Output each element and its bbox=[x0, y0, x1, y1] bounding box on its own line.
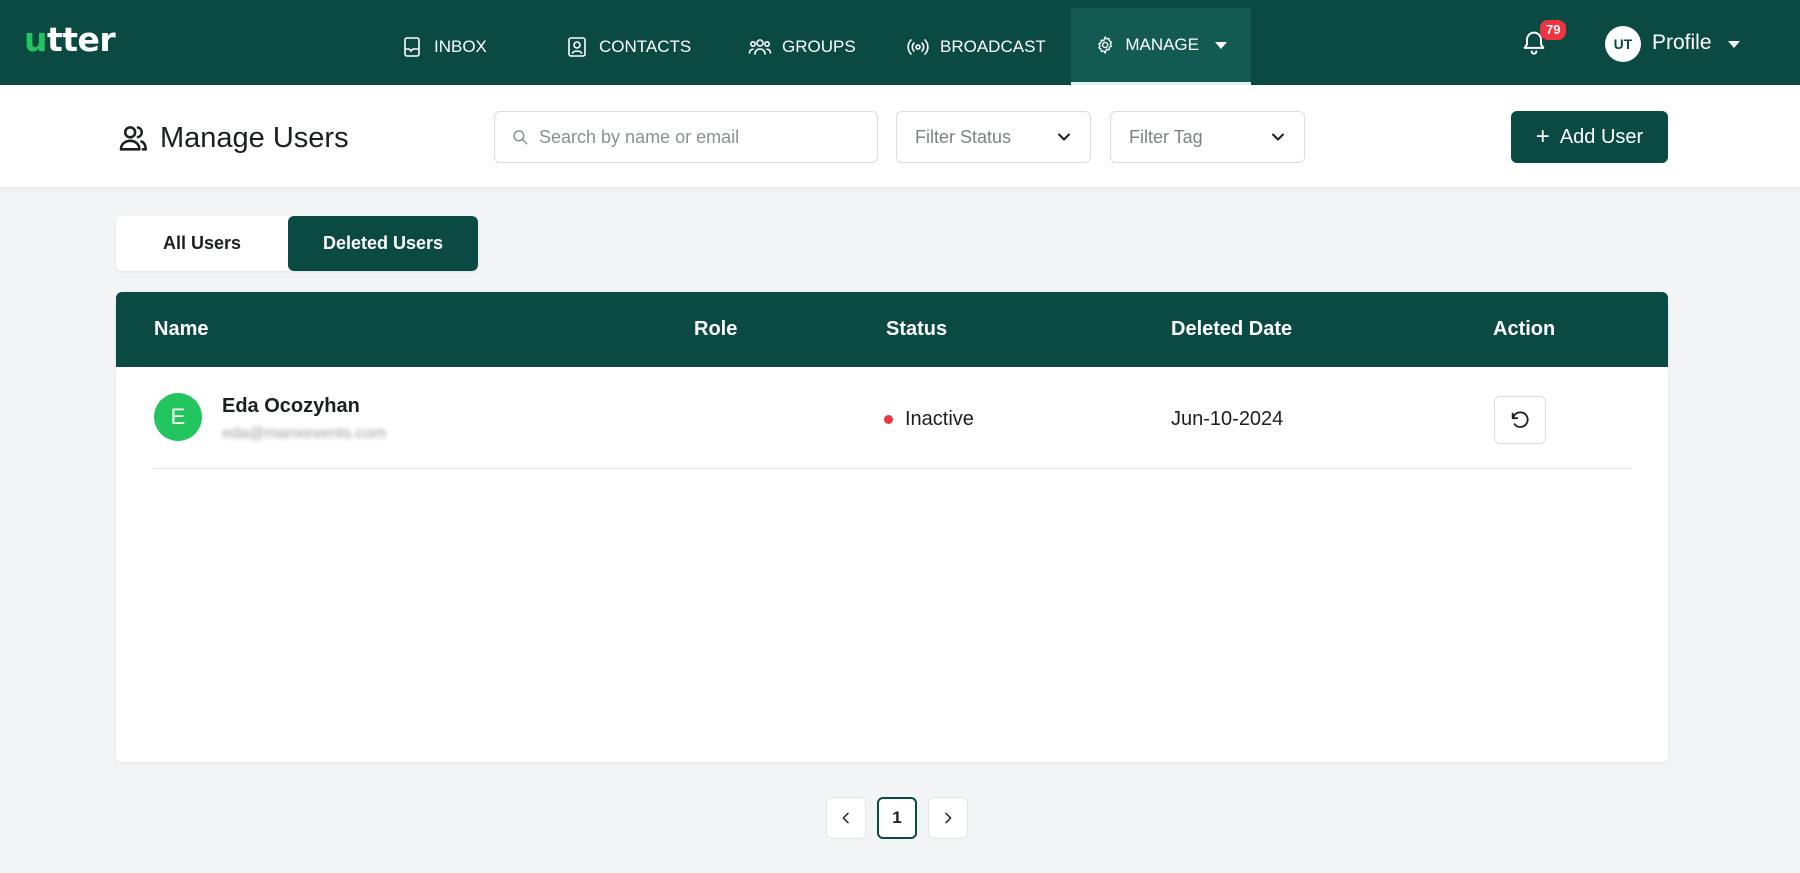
page-title-text: Manage Users bbox=[160, 121, 349, 154]
column-header-role: Role bbox=[694, 318, 738, 340]
pagination-prev-button[interactable] bbox=[826, 797, 866, 839]
pagination-next-button[interactable] bbox=[928, 797, 968, 839]
tab-all-users[interactable]: All Users bbox=[116, 216, 288, 271]
filter-tag-select[interactable]: Filter Tag bbox=[1110, 111, 1305, 163]
tab-deleted-users[interactable]: Deleted Users bbox=[288, 216, 478, 271]
caret-down-icon bbox=[1215, 41, 1227, 49]
search-icon bbox=[513, 130, 528, 145]
user-avatar: E bbox=[154, 393, 202, 441]
nav-item-broadcast[interactable]: BROADCAST bbox=[882, 8, 1070, 85]
nav-label-broadcast: BROADCAST bbox=[940, 36, 1046, 56]
nav-label-contacts: CONTACTS bbox=[599, 36, 692, 56]
add-user-label: Add User bbox=[1559, 125, 1644, 148]
filter-status-label: Filter Status bbox=[915, 126, 1012, 147]
user-status: Inactive bbox=[884, 408, 974, 431]
column-header-action: Action bbox=[1493, 318, 1556, 340]
profile-caret-down-icon[interactable] bbox=[1728, 41, 1740, 48]
profile-menu-label[interactable]: Profile bbox=[1652, 31, 1712, 55]
logo-letter-u: u bbox=[24, 20, 48, 59]
logo-text: tter bbox=[47, 20, 116, 59]
nav-label-manage: MANAGE bbox=[1125, 35, 1199, 54]
status-dot-icon bbox=[884, 415, 893, 424]
user-name: Eda Ocozyhan bbox=[222, 395, 360, 417]
nav-label-inbox: INBOX bbox=[434, 36, 487, 56]
column-header-name: Name bbox=[154, 318, 209, 340]
gear-icon bbox=[1098, 36, 1113, 54]
deleted-date: Jun-10-2024 bbox=[1171, 408, 1284, 430]
chevron-left-icon bbox=[842, 812, 849, 824]
users-icon bbox=[119, 126, 148, 151]
add-user-button[interactable]: + Add User bbox=[1511, 111, 1668, 163]
nav-item-manage[interactable]: MANAGE bbox=[1071, 8, 1251, 85]
top-nav-bar: utter INBOX CONTACTS GROUPS BROADCAST MA… bbox=[0, 0, 1800, 85]
chevron-down-icon bbox=[1058, 133, 1070, 141]
chevron-right-icon bbox=[945, 812, 952, 824]
table-header: Name Role Status Deleted Date Action bbox=[116, 292, 1668, 367]
nav-item-groups[interactable]: GROUPS bbox=[724, 8, 880, 85]
filter-status-select[interactable]: Filter Status bbox=[896, 111, 1091, 163]
status-text: Inactive bbox=[905, 408, 974, 430]
inbox-icon bbox=[404, 36, 420, 57]
chevron-down-icon bbox=[1272, 133, 1284, 141]
plus-icon: + bbox=[1535, 123, 1550, 150]
pagination-page-button[interactable]: 1 bbox=[877, 797, 917, 839]
notification-count-badge: 79 bbox=[1540, 20, 1567, 40]
user-tabs: All Users Deleted Users bbox=[116, 216, 478, 271]
restore-icon bbox=[1511, 411, 1529, 428]
groups-icon bbox=[748, 38, 772, 55]
filter-tag-label: Filter Tag bbox=[1129, 126, 1203, 147]
column-header-deleted-date: Deleted Date bbox=[1171, 318, 1293, 340]
users-table: Name Role Status Deleted Date Action E E… bbox=[116, 292, 1668, 762]
contacts-icon bbox=[568, 36, 586, 57]
search-input[interactable] bbox=[539, 126, 839, 148]
search-box[interactable] bbox=[494, 111, 878, 163]
user-email: eda@manxevents.com bbox=[222, 425, 386, 442]
page-title: Manage Users bbox=[116, 121, 349, 155]
page-toolbar: Manage Users Filter Status Filter Tag + … bbox=[0, 85, 1800, 187]
profile-avatar[interactable]: UT bbox=[1605, 26, 1641, 62]
column-header-status: Status bbox=[886, 318, 948, 340]
nav-item-contacts[interactable]: CONTACTS bbox=[541, 8, 715, 85]
nav-label-groups: GROUPS bbox=[782, 36, 856, 56]
table-row: E Eda Ocozyhan eda@manxevents.com Inacti… bbox=[154, 367, 1632, 469]
app-logo[interactable]: utter bbox=[24, 20, 116, 60]
restore-user-button[interactable] bbox=[1494, 396, 1546, 444]
broadcast-icon bbox=[907, 38, 929, 55]
nav-item-inbox[interactable]: INBOX bbox=[376, 8, 511, 85]
